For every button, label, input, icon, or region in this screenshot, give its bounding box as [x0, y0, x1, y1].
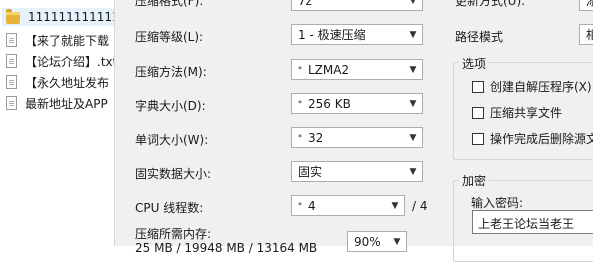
memory-usage-text: 25 MB / 19948 MB / 13164 MB	[135, 241, 318, 255]
checkbox-label: 创建自解压程序(X)	[490, 80, 592, 94]
archive-format-label: 压缩格式(F):	[135, 0, 204, 8]
bullet-icon: *	[298, 99, 302, 108]
memory-percent-select[interactable]: 90% ▼	[347, 231, 407, 252]
compression-level-label: 压缩等级(L):	[135, 30, 204, 44]
chevron-down-icon: ▼	[409, 29, 417, 40]
update-mode-label: 更新方式(U):	[455, 0, 526, 8]
word-size-label: 单词大小(W):	[135, 133, 209, 147]
compress-shared-files-checkbox[interactable]: 压缩共享文件	[472, 104, 562, 121]
cpu-threads-max: / 4	[412, 199, 428, 213]
path-mode-label: 路径模式	[455, 30, 504, 44]
dictionary-size-label: 字典大小(D):	[135, 99, 206, 113]
update-mode-select[interactable]: 添	[579, 0, 593, 11]
solid-block-size-select[interactable]: 固实 ▼	[291, 161, 423, 182]
list-item[interactable]: 最新地址及APP	[6, 94, 108, 112]
chevron-down-icon: ▼	[391, 200, 399, 211]
checkbox-box[interactable]	[472, 80, 484, 93]
list-item[interactable]: 【永久地址发布	[6, 73, 109, 91]
file-name: 【来了就能下载	[25, 33, 110, 48]
cpu-threads-select[interactable]: * 4 ▼	[291, 195, 405, 216]
bullet-icon: *	[298, 65, 302, 74]
chevron-down-icon: ▼	[409, 64, 417, 75]
encryption-group-title: 加密	[459, 172, 490, 189]
chevron-down-icon: ▼	[409, 98, 417, 109]
chevron-down-icon: ▼	[409, 0, 417, 6]
compression-method-select[interactable]: * LZMA2 ▼	[291, 59, 423, 80]
file-name: 【永久地址发布	[25, 75, 110, 90]
list-item[interactable]: 11111111111111	[2, 8, 114, 26]
list-item[interactable]: 【论坛介绍】.txt	[6, 52, 114, 70]
path-mode-select[interactable]: 相	[579, 24, 593, 45]
checkbox-label: 操作完成后删除源文	[490, 132, 593, 146]
folder-icon	[6, 9, 20, 24]
list-item[interactable]: 【来了就能下载	[6, 31, 109, 49]
memory-usage-label: 压缩所需内存:	[135, 227, 212, 241]
chevron-down-icon: ▼	[409, 132, 417, 143]
checkbox-box[interactable]	[472, 106, 484, 119]
file-name: 【论坛介绍】.txt	[25, 54, 114, 69]
document-icon	[6, 33, 17, 47]
bullet-icon: *	[298, 201, 302, 210]
archive-format-select[interactable]: 7z ▼	[291, 0, 423, 11]
options-group-title: 选项	[459, 55, 490, 72]
chevron-down-icon: ▼	[393, 236, 401, 247]
checkbox-box[interactable]	[472, 132, 484, 145]
dictionary-size-select[interactable]: * 256 KB ▼	[291, 93, 423, 114]
document-icon	[6, 75, 17, 89]
cpu-threads-label: CPU 线程数:	[135, 201, 204, 215]
password-label: 输入密码:	[471, 196, 524, 210]
chevron-down-icon: ▼	[409, 166, 417, 177]
word-size-select[interactable]: * 32 ▼	[291, 127, 423, 148]
file-name: 最新地址及APP	[25, 96, 108, 111]
delete-after-compress-checkbox[interactable]: 操作完成后删除源文	[472, 130, 593, 147]
add-to-archive-dialog: 压缩格式(F): 7z ▼ 更新方式(U): 添 压缩等级(L): 1 - 极速…	[114, 0, 593, 262]
compression-level-select[interactable]: 1 - 极速压缩 ▼	[291, 24, 423, 45]
checkbox-label: 压缩共享文件	[490, 106, 563, 120]
document-icon	[6, 96, 17, 110]
bullet-icon: *	[298, 133, 302, 142]
document-icon	[6, 54, 17, 68]
compression-method-label: 压缩方法(M):	[135, 65, 207, 79]
file-name: 11111111111111	[28, 10, 114, 24]
create-sfx-checkbox[interactable]: 创建自解压程序(X)	[472, 78, 592, 95]
solid-block-size-label: 固实数据大小:	[135, 167, 212, 181]
file-explorer-pane: 11111111111111 【来了就能下载 【论坛介绍】.txt 【永久地址发…	[0, 0, 114, 246]
password-input[interactable]: 上老王论坛当老王	[472, 210, 593, 234]
